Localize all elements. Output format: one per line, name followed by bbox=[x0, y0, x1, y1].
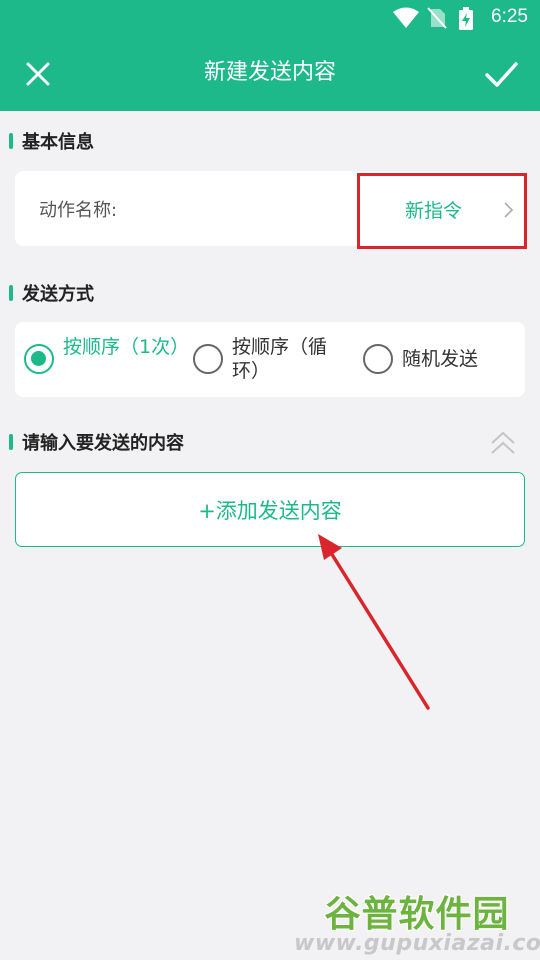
double-chevron-up-icon[interactable] bbox=[488, 428, 518, 458]
radio-option-sequential-loop[interactable]: 按顺序（循环） bbox=[193, 322, 363, 397]
section-marker bbox=[9, 285, 13, 301]
check-icon[interactable] bbox=[482, 56, 520, 92]
no-sim-icon bbox=[427, 7, 447, 29]
section-title: 发送方式 bbox=[22, 284, 94, 305]
watermark: 谷普软件园 www.gupuxiazai.com bbox=[294, 875, 540, 960]
action-name-value: 新指令 bbox=[405, 200, 463, 222]
section-send-method: 发送方式 bbox=[9, 279, 94, 307]
section-marker bbox=[9, 133, 13, 149]
chevron-right-icon bbox=[504, 202, 514, 218]
watermark-title: 谷普软件园 bbox=[324, 894, 510, 935]
radio-button[interactable] bbox=[363, 344, 393, 374]
watermark-url: www.gupuxiazai.com bbox=[294, 931, 540, 956]
radio-button-checked[interactable] bbox=[24, 344, 54, 374]
section-basic-info: 基本信息 bbox=[9, 127, 94, 155]
wifi-icon bbox=[393, 7, 419, 28]
section-content: 请输入要发送的内容 bbox=[9, 428, 184, 456]
title-bar: 新建发送内容 bbox=[0, 36, 540, 111]
section-title: 基本信息 bbox=[22, 132, 94, 153]
radio-label: 随机发送 bbox=[402, 348, 479, 370]
status-bar: 6:25 bbox=[0, 0, 540, 36]
action-name-label: 动作名称: bbox=[39, 200, 118, 221]
radio-label: 按顺序（1次） bbox=[63, 336, 190, 358]
page-title: 新建发送内容 bbox=[203, 60, 336, 85]
annotation-arrow bbox=[318, 534, 430, 710]
radio-label: 按顺序（循环） bbox=[232, 336, 328, 382]
send-method-card: 按顺序（1次） 按顺序（循环） 随机发送 bbox=[15, 322, 525, 397]
action-name-card: 动作名称: 新指令 bbox=[15, 171, 525, 246]
battery-charging-icon bbox=[459, 7, 473, 30]
section-marker bbox=[9, 434, 13, 450]
action-name-selector[interactable]: 新指令 bbox=[358, 171, 525, 246]
radio-option-sequential-once[interactable]: 按顺序（1次） bbox=[24, 322, 194, 397]
add-send-content-button[interactable]: +添加发送内容 bbox=[15, 472, 525, 547]
app-header: 6:25 新建发送内容 bbox=[0, 0, 540, 111]
radio-option-random[interactable]: 随机发送 bbox=[363, 322, 523, 397]
radio-button[interactable] bbox=[193, 344, 223, 374]
section-title: 请输入要发送的内容 bbox=[22, 433, 184, 454]
status-time: 6:25 bbox=[491, 6, 528, 27]
add-send-content-label: +添加发送内容 bbox=[198, 498, 342, 523]
